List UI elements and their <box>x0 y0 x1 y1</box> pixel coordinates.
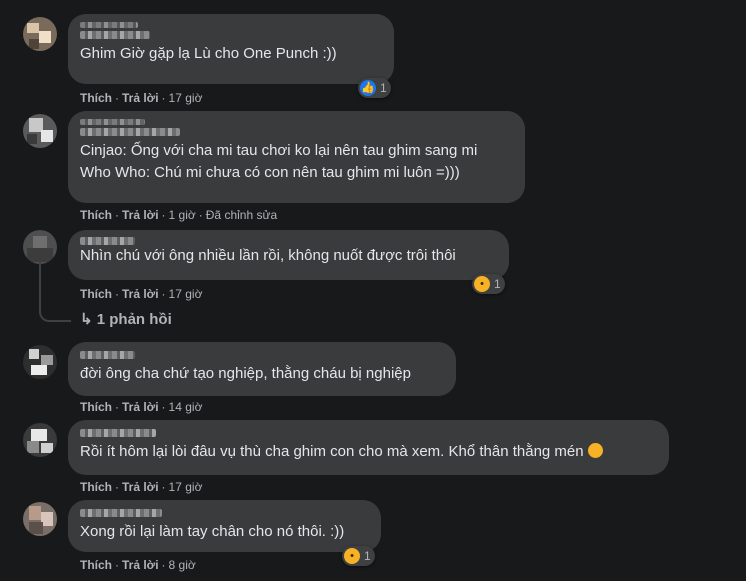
avatar[interactable] <box>23 423 57 457</box>
reply-button[interactable]: Trả lời <box>122 208 159 222</box>
comment-bubble: Ghim Giờ gặp lạ Lù cho One Punch :)) <box>68 14 394 84</box>
avatar[interactable] <box>23 230 57 264</box>
comment-bubble: Nhìn chú với ông nhiều lần rồi, không nu… <box>68 230 509 280</box>
separator: · <box>161 208 166 222</box>
timestamp[interactable]: 8 giờ <box>169 558 196 572</box>
separator: · <box>161 91 166 105</box>
rofl-emoji-icon <box>587 443 603 458</box>
haha-icon: • <box>344 548 360 564</box>
comment-text-line: Who Who: Chú mi chưa có con nên tau ghim… <box>80 164 460 181</box>
timestamp[interactable]: 1 giờ <box>169 208 196 222</box>
comment-bubble: Xong rồi lại làm tay chân cho nó thôi. :… <box>68 500 381 552</box>
comment-actions: Thích · Trả lời · 17 giờ <box>80 91 202 105</box>
separator: · <box>161 287 166 301</box>
comment-text: Rồi ít hôm lại lòi đâu vụ thù cha ghim c… <box>80 441 657 463</box>
reaction-count: 1 <box>380 81 387 95</box>
avatar[interactable] <box>23 345 57 379</box>
reply-button[interactable]: Trả lời <box>122 91 159 105</box>
avatar[interactable] <box>23 502 57 536</box>
separator: · <box>115 558 119 572</box>
separator: · <box>115 287 119 301</box>
comment-actions: Thích · Trả lời · 8 giờ <box>80 558 196 572</box>
comment-bubble: Cinjao: Ống với cha mi tau chơi ko lại n… <box>68 111 525 203</box>
like-button[interactable]: Thích <box>80 208 112 222</box>
separator: · <box>161 558 166 572</box>
like-button[interactable]: Thích <box>80 480 112 494</box>
timestamp[interactable]: 17 giờ <box>169 91 203 105</box>
blurred-author-name[interactable] <box>80 31 150 39</box>
comment-text: Xong rồi lại làm tay chân cho nó thôi. :… <box>80 523 345 540</box>
comment-actions: Thích · Trả lời · 17 giờ <box>80 287 202 301</box>
separator: · <box>161 480 166 494</box>
separator: · <box>161 400 166 414</box>
avatar[interactable] <box>23 17 57 51</box>
blurred-author-name[interactable] <box>80 509 162 517</box>
comment-text: đời ông cha chứ tạo nghiệp, thằng cháu b… <box>80 365 411 382</box>
comment-bubble: Rồi ít hôm lại lòi đâu vụ thù cha ghim c… <box>68 420 669 475</box>
separator: · <box>198 208 203 222</box>
comment-actions: Thích · Trả lời · 1 giờ · Đã chỉnh sửa <box>80 208 277 222</box>
blurred-author-name[interactable] <box>80 429 156 437</box>
separator: · <box>115 91 119 105</box>
blurred-badge <box>80 119 145 125</box>
blurred-author-name[interactable] <box>80 351 135 359</box>
reply-button[interactable]: Trả lời <box>122 558 159 572</box>
separator: · <box>115 480 119 494</box>
reaction-summary[interactable]: • 1 <box>342 546 375 566</box>
reply-thread-line <box>39 262 71 322</box>
like-button[interactable]: Thích <box>80 400 112 414</box>
separator: · <box>115 400 119 414</box>
comment-actions: Thích · Trả lời · 17 giờ <box>80 480 202 494</box>
edited-label[interactable]: Đã chỉnh sửa <box>206 208 277 222</box>
comment-text: Nhìn chú với ông nhiều lần rồi, không nu… <box>80 247 456 264</box>
reply-button[interactable]: Trả lời <box>122 287 159 301</box>
like-button[interactable]: Thích <box>80 91 112 105</box>
comment-bubble: đời ông cha chứ tạo nghiệp, thằng cháu b… <box>68 342 456 396</box>
blurred-badge <box>80 22 138 28</box>
reaction-summary[interactable]: 👍 1 <box>358 78 391 98</box>
like-icon: 👍 <box>360 80 376 96</box>
timestamp[interactable]: 14 giờ <box>169 400 203 414</box>
like-button[interactable]: Thích <box>80 287 112 301</box>
comment-text-line: Cinjao: Ống với cha mi tau chơi ko lại n… <box>80 142 478 159</box>
wow-icon: • <box>474 276 490 292</box>
reaction-summary[interactable]: • 1 <box>472 274 505 294</box>
timestamp[interactable]: 17 giờ <box>169 480 203 494</box>
like-button[interactable]: Thích <box>80 558 112 572</box>
reaction-count: 1 <box>494 277 501 291</box>
reply-button[interactable]: Trả lời <box>122 400 159 414</box>
timestamp[interactable]: 17 giờ <box>169 287 203 301</box>
blurred-author-name[interactable] <box>80 237 135 245</box>
comment-actions: Thích · Trả lời · 14 giờ <box>80 400 202 414</box>
reply-button[interactable]: Trả lời <box>122 480 159 494</box>
comment-text-content: Rồi ít hôm lại lòi đâu vụ thù cha ghim c… <box>80 443 584 460</box>
comment-text: Ghim Giờ gặp lạ Lù cho One Punch :)) <box>80 45 337 62</box>
view-replies-link[interactable]: ↳ 1 phản hồi <box>80 310 172 328</box>
blurred-author-name[interactable] <box>80 128 180 136</box>
avatar[interactable] <box>23 114 57 148</box>
reaction-count: 1 <box>364 549 371 563</box>
separator: · <box>115 208 119 222</box>
